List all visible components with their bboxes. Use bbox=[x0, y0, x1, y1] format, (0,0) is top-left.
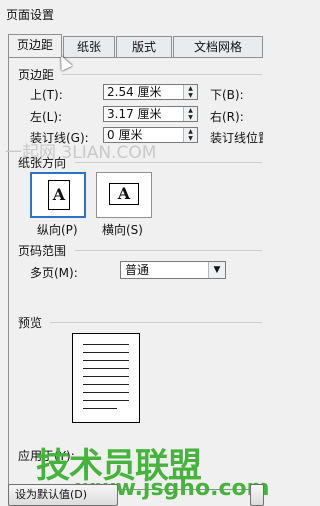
preview-line bbox=[83, 408, 117, 409]
gutter-position-label: 装订线位置 bbox=[210, 131, 263, 145]
pages-group-label: 页码范围 bbox=[18, 244, 67, 258]
preview-line bbox=[83, 352, 129, 353]
preview-line bbox=[83, 392, 129, 393]
bottom-margin-label: 下(B): bbox=[210, 88, 244, 102]
preview-line bbox=[83, 368, 129, 369]
portrait-page-icon: A bbox=[48, 180, 70, 210]
page-preview bbox=[72, 333, 140, 423]
multiple-pages-label: 多页(M): bbox=[30, 266, 78, 280]
landscape-button[interactable]: A bbox=[96, 172, 152, 218]
gutter-spinner[interactable]: ▲ ▼ bbox=[183, 128, 197, 142]
spin-down-icon[interactable]: ▼ bbox=[184, 92, 197, 99]
margins-group-label: 页边距 bbox=[18, 68, 55, 82]
divider bbox=[75, 250, 262, 251]
top-margin-value: 2.54 厘米 bbox=[107, 85, 162, 99]
tab-margins[interactable]: 页边距 bbox=[8, 34, 62, 57]
preview-line bbox=[83, 400, 129, 401]
tab-paper[interactable]: 纸张 bbox=[63, 36, 115, 57]
portrait-label[interactable]: 纵向(P) bbox=[37, 221, 78, 238]
window-title: 页面设置 bbox=[6, 8, 55, 22]
spin-down-icon[interactable]: ▼ bbox=[184, 135, 197, 142]
set-default-button[interactable]: 设为默认值(D) bbox=[8, 484, 118, 506]
tab-layout[interactable]: 版式 bbox=[116, 36, 172, 57]
landscape-label[interactable]: 横向(S) bbox=[102, 221, 143, 238]
landscape-page-icon: A bbox=[109, 183, 139, 205]
spin-up-icon[interactable]: ▲ bbox=[184, 85, 197, 92]
divider bbox=[75, 162, 262, 163]
tab-document-grid[interactable]: 文档网格 bbox=[173, 36, 263, 57]
multiple-pages-select[interactable]: 普通 ▼ bbox=[120, 261, 226, 279]
spin-down-icon[interactable]: ▼ bbox=[184, 114, 197, 121]
ok-button[interactable] bbox=[250, 484, 264, 506]
top-margin-spinner[interactable]: ▲ ▼ bbox=[183, 85, 197, 99]
top-margin-label: 上(T): bbox=[30, 88, 63, 102]
multiple-pages-value: 普通 bbox=[125, 263, 150, 277]
divider bbox=[62, 74, 262, 75]
left-margin-input[interactable]: 3.17 厘米 ▲ ▼ bbox=[103, 106, 198, 122]
left-margin-spinner[interactable]: ▲ ▼ bbox=[183, 107, 197, 121]
left-margin-value: 3.17 厘米 bbox=[107, 107, 162, 121]
spin-up-icon[interactable]: ▲ bbox=[184, 128, 197, 135]
top-margin-input[interactable]: 2.54 厘米 ▲ ▼ bbox=[103, 84, 198, 100]
preview-line bbox=[83, 376, 129, 377]
left-margin-label: 左(L): bbox=[30, 110, 63, 124]
chevron-down-icon[interactable]: ▼ bbox=[208, 262, 225, 278]
orientation-group-label: 纸张方向 bbox=[18, 156, 67, 170]
preview-line bbox=[83, 344, 129, 345]
preview-group-label: 预览 bbox=[18, 316, 43, 330]
preview-line bbox=[83, 384, 129, 385]
preview-line bbox=[83, 360, 129, 361]
divider bbox=[50, 322, 262, 323]
spin-up-icon[interactable]: ▲ bbox=[184, 107, 197, 114]
portrait-button[interactable]: A bbox=[30, 172, 86, 218]
right-margin-label: 右(R): bbox=[210, 110, 244, 124]
